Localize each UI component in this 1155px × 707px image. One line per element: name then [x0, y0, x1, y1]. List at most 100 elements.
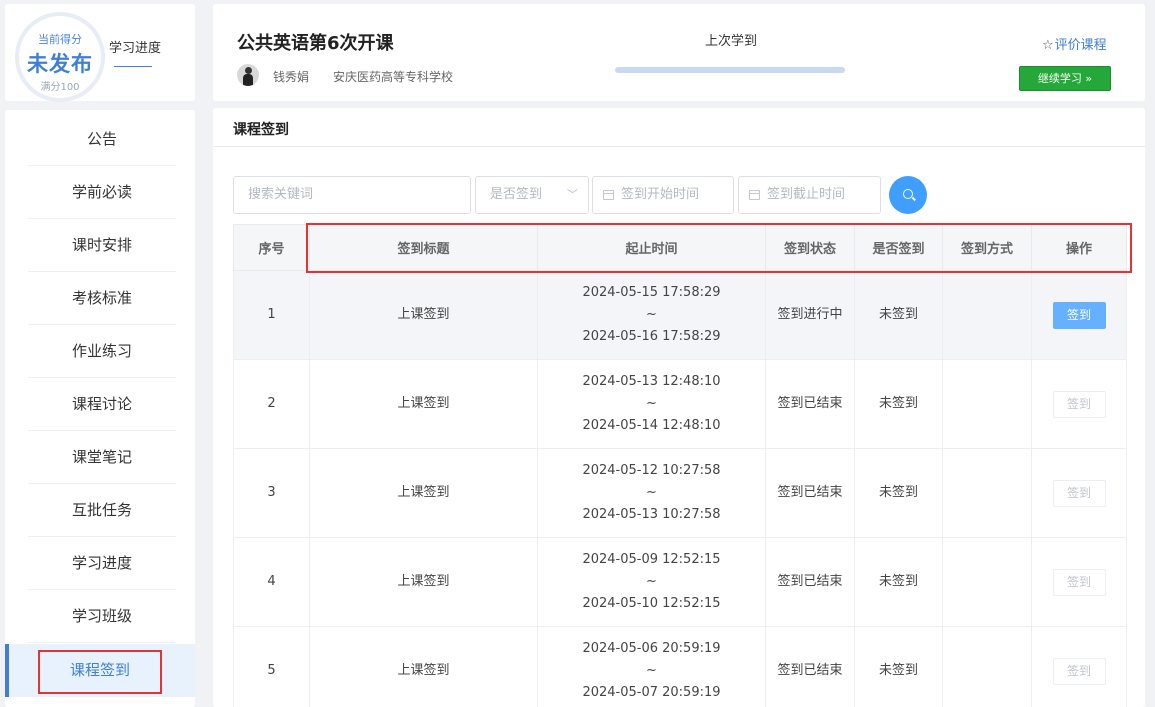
cell-start-time: 2024-05-13 12:48:10 — [582, 374, 721, 389]
cell-method — [942, 537, 1032, 627]
cell-status: 签到进行中 — [765, 270, 855, 360]
last-study-progress-bar — [615, 67, 845, 73]
cell-no: 2 — [233, 359, 310, 449]
search-icon — [903, 189, 913, 199]
cell-status: 签到已结束 — [765, 359, 855, 449]
teacher-name: 钱秀娟 — [273, 70, 310, 84]
sidebar-item-announcement[interactable]: 公告 — [28, 113, 176, 166]
cell-status: 签到已结束 — [765, 537, 855, 627]
sign-in-button-disabled: 签到 — [1052, 568, 1106, 596]
cell-time: 2024-05-13 12:48:10 ~2024-05-14 12:48:10 — [537, 359, 766, 449]
start-time-picker[interactable]: 签到开始时间 — [592, 176, 734, 214]
cell-end-time: 2024-05-16 17:58:29 — [582, 329, 721, 344]
sidebar-item-notes[interactable]: 课堂笔记 — [28, 431, 176, 484]
course-header: 公共英语第6次开课 钱秀娟 安庆医药高等专科学校 上次学到 ☆评价课程 继续学习… — [213, 4, 1145, 101]
sidebar-item-progress[interactable]: 学习进度 — [28, 537, 176, 590]
rate-course-label: 评价课程 — [1054, 38, 1107, 53]
cell-end-time: 2024-05-10 12:52:15 — [582, 596, 721, 611]
sidebar-item-schedule[interactable]: 课时安排 — [28, 219, 176, 272]
score-full: 满分100 — [40, 82, 80, 93]
score-value: 未发布 — [27, 52, 93, 76]
cell-no: 4 — [233, 537, 310, 627]
cell-end-time: 2024-05-07 20:59:19 — [582, 685, 721, 700]
cell-time-separator: ~ — [646, 485, 657, 500]
cell-end-time: 2024-05-13 10:27:58 — [582, 507, 721, 522]
end-time-picker[interactable]: 签到截止时间 — [738, 176, 881, 214]
cell-action: 签到 — [1031, 448, 1127, 538]
table-row: 2 上课签到 2024-05-13 12:48:10 ~2024-05-14 12… — [233, 359, 1127, 449]
cell-method — [942, 359, 1032, 449]
sidebar-item-discussion[interactable]: 课程讨论 — [28, 378, 176, 431]
cell-time: 2024-05-09 12:52:15 ~2024-05-10 12:52:15 — [537, 537, 766, 627]
sign-in-button-disabled: 签到 — [1052, 390, 1106, 418]
cell-time: 2024-05-15 17:58:29 ~2024-05-16 17:58:29 — [537, 270, 766, 360]
end-time-placeholder: 签到截止时间 — [767, 187, 846, 202]
cell-time: 2024-05-06 20:59:19 ~2024-05-07 20:59:19 — [537, 626, 766, 707]
cell-signed: 未签到 — [854, 270, 943, 360]
sign-in-button[interactable]: 签到 — [1052, 301, 1106, 329]
cell-time-separator: ~ — [646, 396, 657, 411]
cell-end-time: 2024-05-14 12:48:10 — [582, 418, 721, 433]
section-divider — [213, 146, 1145, 147]
cell-action: 签到 — [1031, 270, 1127, 360]
cell-signed: 未签到 — [854, 359, 943, 449]
search-button[interactable] — [889, 176, 927, 214]
start-time-placeholder: 签到开始时间 — [621, 187, 700, 202]
cell-status: 签到已结束 — [765, 626, 855, 707]
teacher-avatar — [237, 64, 259, 86]
course-title: 公共英语第6次开课 — [237, 33, 394, 54]
cell-no: 1 — [233, 270, 310, 360]
checkin-menu-highlight-box — [38, 650, 162, 694]
sidebar-item-peer-review[interactable]: 互批任务 — [28, 484, 176, 537]
calendar-icon — [603, 190, 614, 200]
cell-no: 3 — [233, 448, 310, 538]
sidebar-item-assessment[interactable]: 考核标准 — [28, 272, 176, 325]
cell-start-time: 2024-05-12 10:27:58 — [582, 463, 721, 478]
cell-start-time: 2024-05-06 20:59:19 — [582, 641, 721, 656]
cell-signed: 未签到 — [854, 626, 943, 707]
cell-method — [942, 448, 1032, 538]
sidebar-item-homework[interactable]: 作业练习 — [28, 325, 176, 378]
keyword-search-placeholder: 搜索关键词 — [248, 187, 314, 202]
checkin-panel: 课程签到 搜索关键词 是否签到 ﹀ 签到开始时间 签到截止时间 序号 签到标题 起… — [213, 108, 1145, 707]
star-icon: ☆ — [1042, 38, 1054, 53]
cell-time-separator: ~ — [646, 663, 657, 678]
signed-status-select[interactable]: 是否签到 ﹀ — [475, 176, 589, 214]
study-progress-link[interactable]: 学习进度 — [109, 37, 161, 56]
cell-no: 5 — [233, 626, 310, 707]
cell-title: 上课签到 — [309, 448, 538, 538]
school-name: 安庆医药高等专科学校 — [333, 70, 454, 84]
cell-title: 上课签到 — [309, 626, 538, 707]
table-row: 3 上课签到 2024-05-12 10:27:58 ~2024-05-13 10… — [233, 448, 1127, 538]
cell-action: 签到 — [1031, 626, 1127, 707]
cell-signed: 未签到 — [854, 448, 943, 538]
cell-signed: 未签到 — [854, 537, 943, 627]
last-study-label: 上次学到 — [705, 34, 758, 49]
sidebar-menu: 公告 学前必读 课时安排 考核标准 作业练习 课程讨论 课堂笔记 互批任务 学习… — [5, 110, 195, 707]
cell-method — [942, 270, 1032, 360]
cell-title: 上课签到 — [309, 270, 538, 360]
cell-start-time: 2024-05-15 17:58:29 — [582, 285, 721, 300]
chevron-down-icon: ﹀ — [567, 188, 578, 201]
calendar-icon — [749, 190, 760, 200]
col-header-no: 序号 — [233, 224, 310, 271]
cell-method — [942, 626, 1032, 707]
cell-start-time: 2024-05-09 12:52:15 — [582, 552, 721, 567]
section-title: 课程签到 — [233, 122, 289, 138]
score-label: 当前得分 — [38, 33, 82, 46]
score-card: 当前得分 未发布 满分100 学习进度 — [5, 4, 195, 102]
sidebar-item-pre-reading[interactable]: 学前必读 — [28, 166, 176, 219]
cell-time-separator: ~ — [646, 307, 657, 322]
table-row: 5 上课签到 2024-05-06 20:59:19 ~2024-05-07 20… — [233, 626, 1127, 707]
progress-link-underline — [114, 66, 152, 67]
score-circle: 当前得分 未发布 满分100 — [15, 12, 105, 102]
cell-action: 签到 — [1031, 537, 1127, 627]
sign-in-button-disabled: 签到 — [1052, 479, 1106, 507]
keyword-search-input[interactable]: 搜索关键词 — [233, 176, 471, 214]
cell-status: 签到已结束 — [765, 448, 855, 538]
continue-learning-button[interactable]: 继续学习 » — [1019, 66, 1111, 91]
rate-course-link[interactable]: ☆评价课程 — [1042, 34, 1107, 53]
checkin-table: 序号 签到标题 起止时间 签到状态 是否签到 签到方式 操作 1 上课签到 20… — [233, 224, 1127, 707]
sidebar-item-class[interactable]: 学习班级 — [28, 590, 176, 643]
cell-title: 上课签到 — [309, 359, 538, 449]
